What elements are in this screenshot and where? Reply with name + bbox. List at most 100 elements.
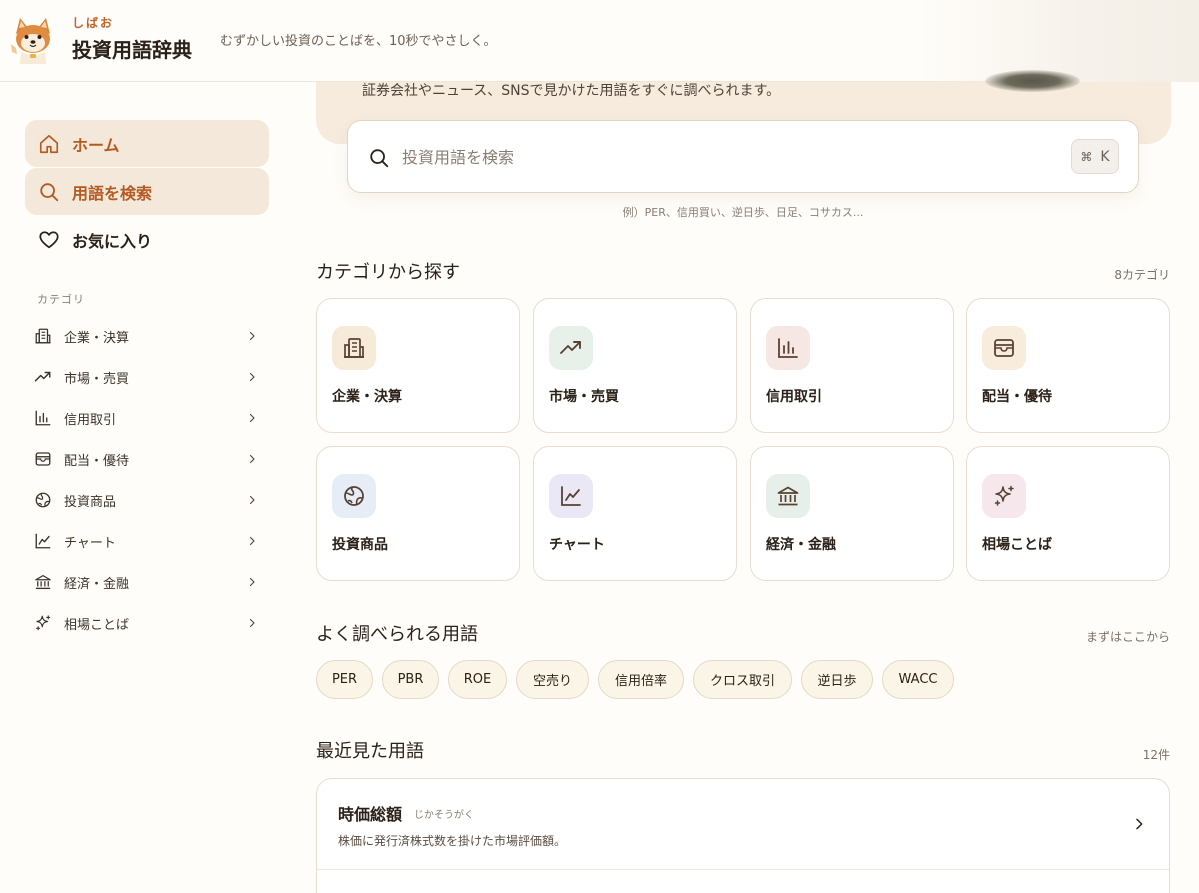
search-box[interactable]: ⌘ K	[347, 120, 1139, 193]
category-card-products[interactable]: 投資商品	[316, 446, 520, 581]
search-input[interactable]	[402, 141, 1042, 173]
recent-term-description: 株価に発行済株式数を掛けた市場評価額。	[338, 834, 567, 848]
popular-term-pill[interactable]: 逆日歩	[801, 660, 873, 699]
category-tile	[982, 474, 1026, 518]
trend-up-icon	[559, 336, 583, 360]
sidebar-item-label: 配当・優待	[64, 453, 130, 469]
popular-term-pill[interactable]: クロス取引	[693, 660, 792, 699]
category-card-label: 企業・決算	[332, 389, 402, 405]
search-icon	[38, 181, 60, 203]
globe-icon	[34, 491, 52, 509]
recent-term-reading: じかそうがく	[414, 810, 474, 821]
sidebar-item-market[interactable]: 市場・売買	[34, 362, 258, 392]
chevron-right-icon	[1131, 816, 1147, 832]
category-card-chart[interactable]: チャート	[533, 446, 737, 581]
command-key-icon: ⌘	[1080, 149, 1093, 164]
category-card-slang[interactable]: 相場ことば	[966, 446, 1170, 581]
popular-term-pill[interactable]: 空売り	[516, 660, 589, 699]
category-card-economy[interactable]: 経済・金融	[750, 446, 954, 581]
sidebar-item-label: 相場ことば	[64, 617, 130, 633]
popular-term-pill[interactable]: PER	[316, 660, 373, 699]
nav-search[interactable]: 用語を検索	[25, 168, 269, 215]
building-icon	[342, 336, 366, 360]
sidebar-item-products[interactable]: 投資商品	[34, 485, 258, 515]
sidebar-item-label: 市場・売買	[64, 371, 130, 387]
category-card-dividend[interactable]: 配当・優待	[966, 298, 1170, 433]
category-tile	[549, 474, 593, 518]
category-card-company[interactable]: 企業・決算	[316, 298, 520, 433]
categories-count: 8カテゴリ	[1114, 268, 1170, 282]
hero-illustration-fragment	[985, 70, 1080, 92]
shiba-mascot-logo[interactable]	[8, 12, 58, 64]
category-card-label: 市場・売買	[549, 389, 619, 405]
chevron-right-icon	[246, 494, 258, 506]
chevron-right-icon	[246, 330, 258, 342]
category-card-market[interactable]: 市場・売買	[533, 298, 737, 433]
recent-section-title: 最近見た用語	[316, 741, 424, 762]
chevron-right-icon	[246, 617, 258, 629]
sidebar-item-label: 信用取引	[64, 412, 117, 428]
bank-icon	[776, 484, 800, 508]
nav-search-label: 用語を検索	[72, 183, 153, 203]
sidebar-item-company[interactable]: 企業・決算	[34, 321, 258, 351]
category-card-label: 投資商品	[332, 537, 388, 553]
globe-icon	[342, 484, 366, 508]
nav-home[interactable]: ホーム	[25, 120, 269, 167]
popular-section-title: よく調べられる用語	[316, 624, 478, 645]
category-card-label: 経済・金融	[766, 537, 836, 553]
sidebar-item-slang[interactable]: 相場ことば	[34, 608, 258, 638]
nav-favorites[interactable]: お気に入り	[25, 216, 269, 263]
bar-chart-icon	[776, 336, 800, 360]
category-tile	[766, 326, 810, 370]
category-tile	[332, 474, 376, 518]
category-tile	[549, 326, 593, 370]
sidebar-item-label: 企業・決算	[64, 330, 130, 346]
trend-up-icon	[34, 368, 52, 386]
category-card-margin[interactable]: 信用取引	[750, 298, 954, 433]
popular-term-pill[interactable]: 信用倍率	[598, 660, 684, 699]
hero-subtitle: 証券会社やニュース、SNSで見かけた用語をすぐに調べられます。	[362, 83, 781, 99]
recent-term-row[interactable]: 時価総額 じかそうがく 株価に発行済株式数を掛けた市場評価額。	[317, 779, 1169, 870]
category-card-label: 相場ことば	[982, 537, 1052, 553]
chevron-right-icon	[246, 453, 258, 465]
nav-favorites-label: お気に入り	[72, 231, 153, 251]
wallet-icon	[34, 450, 52, 468]
recent-term-title: 時価総額	[338, 805, 403, 824]
sidebar-item-label: 投資商品	[64, 494, 117, 510]
brand-tagline: むずかしい投資のことばを、10秒でやさしく。	[220, 34, 497, 49]
building-icon	[34, 327, 52, 345]
chevron-right-icon	[246, 576, 258, 588]
chevron-right-icon	[246, 535, 258, 547]
category-card-label: 配当・優待	[982, 389, 1052, 405]
popular-term-pill[interactable]: ROE	[448, 660, 507, 699]
home-icon	[38, 133, 60, 155]
line-chart-icon	[34, 532, 52, 550]
header-decoration	[919, 0, 1199, 82]
category-tile	[982, 326, 1026, 370]
category-tile	[332, 326, 376, 370]
wallet-icon	[992, 336, 1016, 360]
categories-section-title: カテゴリから探す	[316, 262, 460, 283]
sidebar-item-dividend[interactable]: 配当・優待	[34, 444, 258, 474]
popular-section-meta: まずはここから	[1085, 630, 1170, 644]
nav-home-label: ホーム	[72, 135, 120, 155]
popular-term-pill[interactable]: WACC	[882, 660, 954, 699]
popular-term-pill[interactable]: PBR	[382, 660, 439, 699]
sidebar-category-heading: カテゴリ	[37, 293, 85, 306]
heart-icon	[38, 229, 60, 251]
sidebar-item-chart[interactable]: チャート	[34, 526, 258, 556]
line-chart-icon	[559, 484, 583, 508]
sidebar-item-economy[interactable]: 経済・金融	[34, 567, 258, 597]
recent-count: 12件	[1142, 748, 1170, 762]
keyboard-shortcut-badge: ⌘ K	[1071, 139, 1119, 174]
brand-kana: しばお	[72, 16, 115, 30]
search-icon	[368, 147, 390, 169]
category-card-label: チャート	[549, 537, 605, 553]
bar-chart-icon	[34, 409, 52, 427]
sidebar-item-margin[interactable]: 信用取引	[34, 403, 258, 433]
category-card-label: 信用取引	[766, 389, 822, 405]
sidebar-item-label: 経済・金融	[64, 576, 130, 592]
sparkles-icon	[34, 614, 52, 632]
search-examples-hint: 例）PER、信用買い、逆日歩、日足、コサカス...	[622, 206, 864, 219]
brand-title[interactable]: 投資用語辞典	[72, 34, 192, 63]
